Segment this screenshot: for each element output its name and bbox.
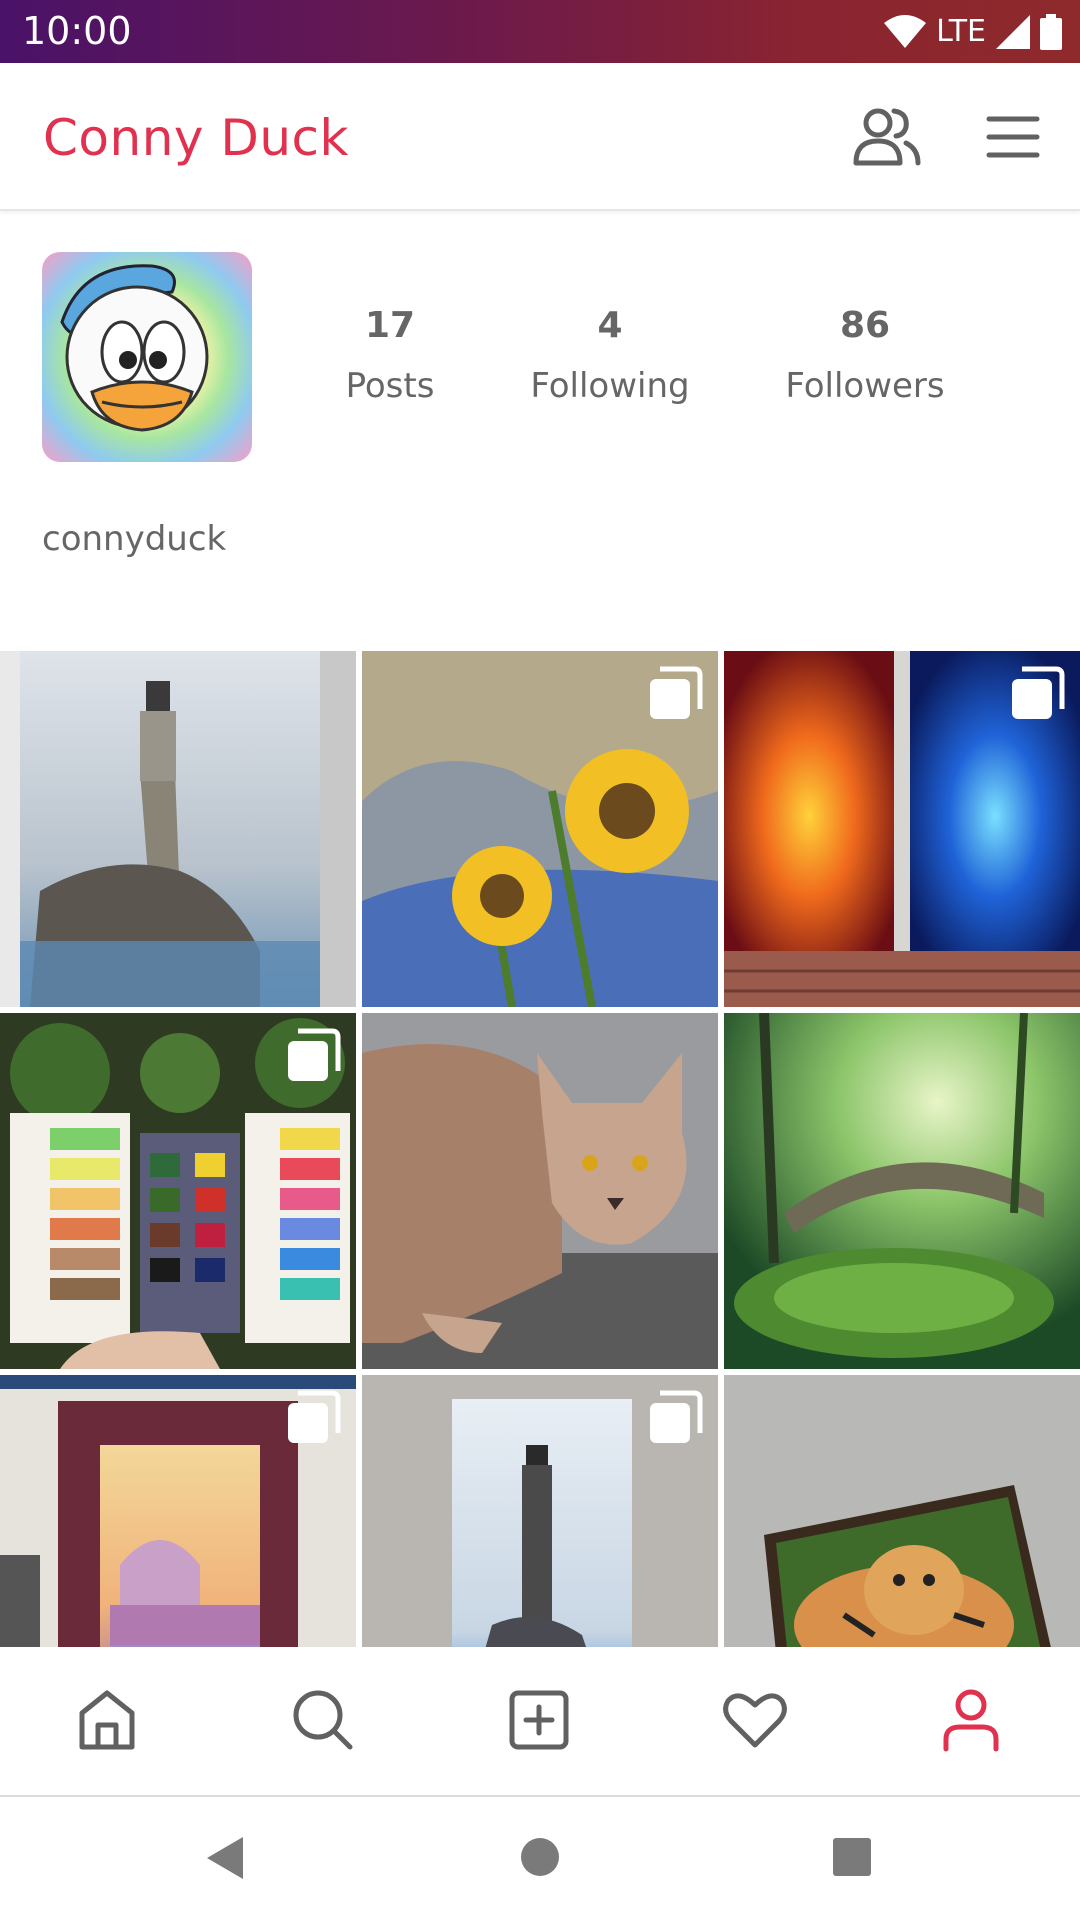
profile-icon [943,1689,999,1752]
avatar[interactable] [42,252,252,462]
posts-label: Posts [345,366,435,406]
nav-home-button[interactable] [74,1687,140,1753]
app-bar: Conny Duck [0,63,1080,211]
friends-button[interactable] [852,103,922,173]
multiple-images-icon [650,666,703,719]
back-icon[interactable] [205,1835,245,1881]
media-grid [0,651,1080,1647]
battery-icon [1040,14,1062,50]
favourites-icon [723,1693,787,1748]
menu-button[interactable] [985,109,1041,165]
multiple-images-icon [1012,666,1065,719]
grid-tile-mosaic-canvases[interactable] [724,651,1080,1007]
multiple-images-icon [288,1390,341,1443]
grid-tile-sunflowers[interactable] [362,651,718,1007]
nav-search-button[interactable] [290,1687,356,1753]
grid-tile-tiger[interactable] [724,1375,1080,1647]
system-navigation [0,1797,1080,1920]
signal-icon [996,15,1030,49]
grid-tile-venice-framed[interactable] [0,1375,356,1647]
tile-image [724,1375,1080,1647]
status-time: 10:00 [22,9,132,53]
recents-icon[interactable] [832,1837,872,1877]
following-label: Following [530,366,690,406]
nav-profile-button[interactable] [938,1687,1004,1753]
home-circle-icon[interactable] [520,1837,560,1877]
multiple-images-icon [288,1028,341,1081]
following-count: 4 [597,305,623,346]
menu-icon [986,116,1040,158]
nav-compose-button[interactable] [506,1687,572,1753]
profile-display-name: Conny Duck [43,109,350,167]
grid-tile-forest-bridge[interactable] [724,1013,1080,1369]
add-post-icon [509,1690,569,1750]
followers-label: Followers [785,366,945,406]
multiple-images-icon [650,1390,703,1443]
grid-tile-lighthouse-watercolor[interactable] [0,651,356,1007]
avatar-image [42,252,252,462]
friends-icon [853,108,921,166]
username: connyduck [42,519,227,559]
tile-image [362,1013,718,1369]
following-stat[interactable]: 4 Following [520,296,700,416]
wifi-icon [884,15,927,48]
grid-tile-lighthouse-canvas[interactable] [362,1375,718,1647]
search-icon [293,1690,353,1750]
home-icon [79,1690,135,1750]
nav-favourites-button[interactable] [722,1687,788,1753]
followers-count: 86 [839,305,891,346]
bottom-navigation [0,1647,1080,1797]
followers-stat[interactable]: 86 Followers [770,296,960,416]
posts-count: 17 [364,305,416,346]
posts-stat[interactable]: 17 Posts [320,296,460,416]
grid-tile-lynx[interactable] [362,1013,718,1369]
tile-image [0,651,356,1007]
status-icons: LTE [884,10,1062,54]
network-type: LTE [936,14,986,49]
grid-tile-paint-palette[interactable] [0,1013,356,1369]
status-bar: 10:00 LTE [0,0,1080,63]
tile-image [724,1013,1080,1369]
